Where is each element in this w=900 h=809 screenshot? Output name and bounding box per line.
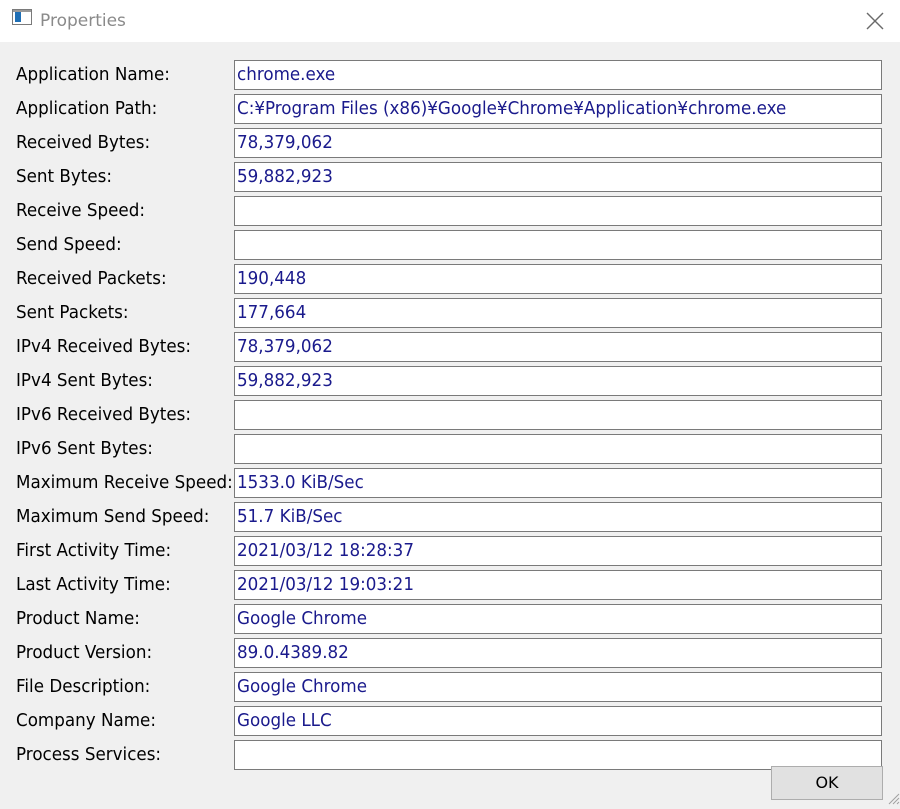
window-app-icon bbox=[12, 9, 32, 25]
maximum-receive-speed-field[interactable]: 1533.0 KiB/Sec bbox=[234, 468, 882, 498]
ok-button[interactable]: OK bbox=[771, 766, 883, 800]
property-row: Send Speed: bbox=[0, 230, 900, 260]
receive-speed-field[interactable] bbox=[234, 196, 882, 226]
property-row: Application Name: chrome.exe bbox=[0, 60, 900, 90]
property-row: IPv4 Sent Bytes: 59,882,923 bbox=[0, 366, 900, 396]
property-label: IPv6 Received Bytes: bbox=[16, 404, 192, 425]
received-packets-field[interactable]: 190,448 bbox=[234, 264, 882, 294]
ipv6-sent-bytes-field[interactable] bbox=[234, 434, 882, 464]
property-label: IPv6 Sent Bytes: bbox=[16, 438, 153, 459]
property-label: Sent Bytes: bbox=[16, 166, 113, 187]
ipv4-received-bytes-field[interactable]: 78,379,062 bbox=[234, 332, 882, 362]
property-row: Company Name: Google LLC bbox=[0, 706, 900, 736]
property-label: Company Name: bbox=[16, 710, 156, 731]
property-row: Application Path: C:¥Program Files (x86)… bbox=[0, 94, 900, 124]
ipv6-received-bytes-field[interactable] bbox=[234, 400, 882, 430]
property-row: First Activity Time: 2021/03/12 18:28:37 bbox=[0, 536, 900, 566]
first-activity-time-field[interactable]: 2021/03/12 18:28:37 bbox=[234, 536, 882, 566]
property-row: Maximum Receive Speed: 1533.0 KiB/Sec bbox=[0, 468, 900, 498]
property-row: File Description: Google Chrome bbox=[0, 672, 900, 702]
property-row: Receive Speed: bbox=[0, 196, 900, 226]
property-row: Process Services: bbox=[0, 740, 900, 770]
property-label: Application Path: bbox=[16, 98, 158, 119]
sent-packets-field[interactable]: 177,664 bbox=[234, 298, 882, 328]
resize-grip-icon[interactable] bbox=[884, 789, 900, 805]
property-row: IPv6 Received Bytes: bbox=[0, 400, 900, 430]
property-label: Send Speed: bbox=[16, 234, 122, 255]
property-label: Receive Speed: bbox=[16, 200, 145, 221]
title-bar: Properties bbox=[0, 0, 900, 42]
property-label: File Description: bbox=[16, 676, 151, 697]
last-activity-time-field[interactable]: 2021/03/12 19:03:21 bbox=[234, 570, 882, 600]
property-label: Process Services: bbox=[16, 744, 162, 765]
application-name-field[interactable]: chrome.exe bbox=[234, 60, 882, 90]
send-speed-field[interactable] bbox=[234, 230, 882, 260]
company-name-field[interactable]: Google LLC bbox=[234, 706, 882, 736]
property-row: Maximum Send Speed: 51.7 KiB/Sec bbox=[0, 502, 900, 532]
property-row: Last Activity Time: 2021/03/12 19:03:21 bbox=[0, 570, 900, 600]
property-row: Received Packets: 190,448 bbox=[0, 264, 900, 294]
property-label: Received Bytes: bbox=[16, 132, 151, 153]
product-version-field[interactable]: 89.0.4389.82 bbox=[234, 638, 882, 668]
property-label: IPv4 Sent Bytes: bbox=[16, 370, 153, 391]
property-label: Application Name: bbox=[16, 64, 170, 85]
product-name-field[interactable]: Google Chrome bbox=[234, 604, 882, 634]
sent-bytes-field[interactable]: 59,882,923 bbox=[234, 162, 882, 192]
property-label: Last Activity Time: bbox=[16, 574, 171, 595]
window-title: Properties bbox=[40, 11, 126, 31]
property-label: IPv4 Received Bytes: bbox=[16, 336, 192, 357]
property-row: Sent Packets: 177,664 bbox=[0, 298, 900, 328]
property-row: IPv6 Sent Bytes: bbox=[0, 434, 900, 464]
property-label: Maximum Send Speed: bbox=[16, 506, 210, 527]
property-row: Product Name: Google Chrome bbox=[0, 604, 900, 634]
ipv4-sent-bytes-field[interactable]: 59,882,923 bbox=[234, 366, 882, 396]
property-row: Sent Bytes: 59,882,923 bbox=[0, 162, 900, 192]
property-label: Received Packets: bbox=[16, 268, 167, 289]
property-label: Maximum Receive Speed: bbox=[16, 472, 233, 493]
application-path-field[interactable]: C:¥Program Files (x86)¥Google¥Chrome¥App… bbox=[234, 94, 882, 124]
property-row: Product Version: 89.0.4389.82 bbox=[0, 638, 900, 668]
file-description-field[interactable]: Google Chrome bbox=[234, 672, 882, 702]
property-row: Received Bytes: 78,379,062 bbox=[0, 128, 900, 158]
property-row: IPv4 Received Bytes: 78,379,062 bbox=[0, 332, 900, 362]
maximum-send-speed-field[interactable]: 51.7 KiB/Sec bbox=[234, 502, 882, 532]
received-bytes-field[interactable]: 78,379,062 bbox=[234, 128, 882, 158]
property-label: Product Name: bbox=[16, 608, 140, 629]
property-label: Sent Packets: bbox=[16, 302, 129, 323]
property-label: Product Version: bbox=[16, 642, 153, 663]
close-icon[interactable] bbox=[860, 6, 890, 36]
property-label: First Activity Time: bbox=[16, 540, 172, 561]
